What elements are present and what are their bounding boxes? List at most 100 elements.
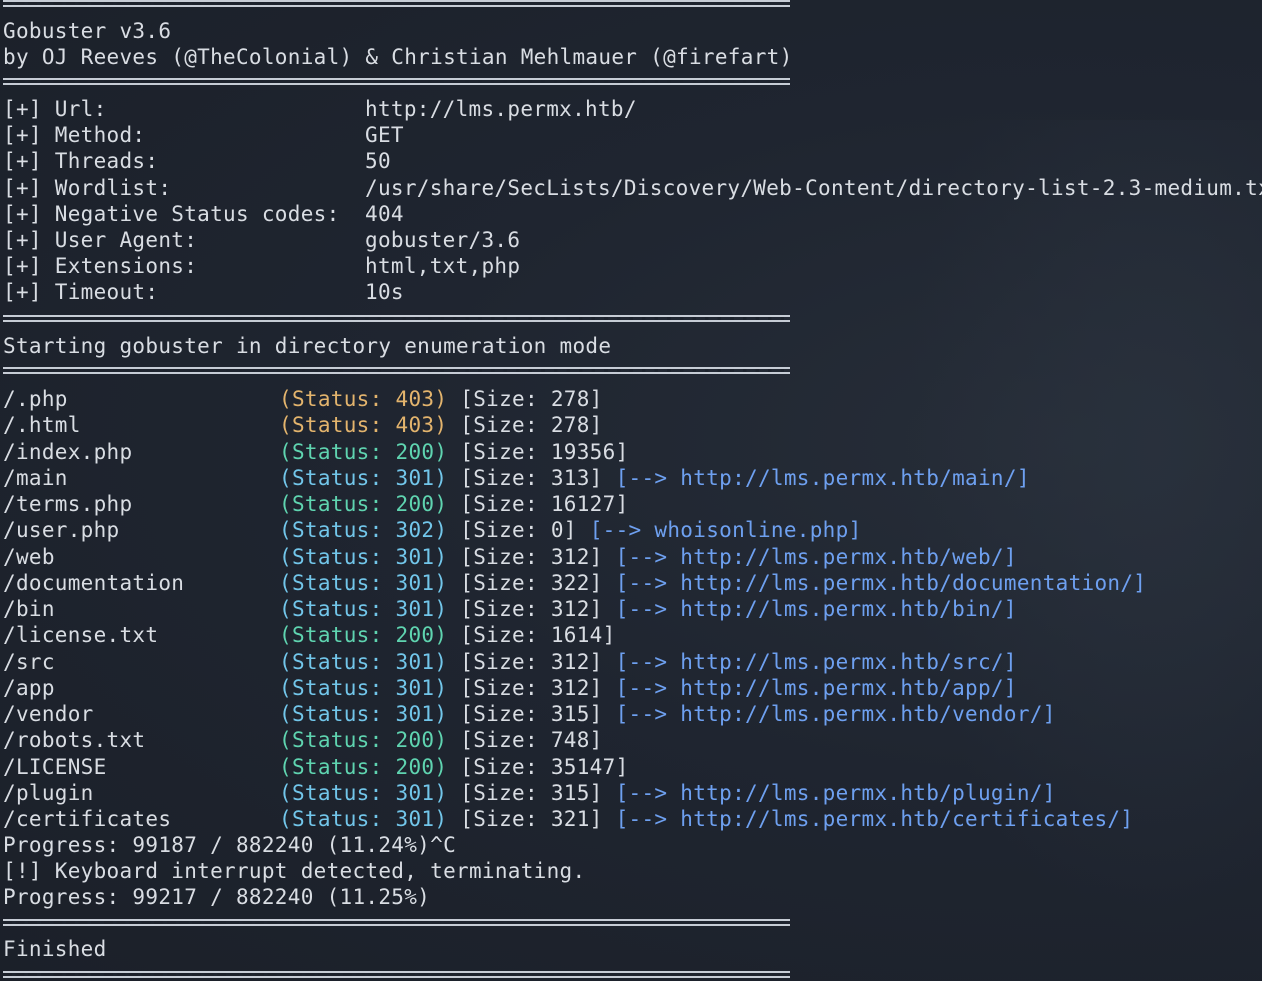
result-row: /LICENSE (Status: 200) [Size: 35147] — [3, 754, 1262, 780]
status-code: 200 — [395, 492, 435, 516]
status-code: 200 — [395, 728, 435, 753]
result-redirect: [--> http://lms.permx.htb/app/] — [615, 675, 1017, 700]
result-row: /.html (Status: 403) [Size: 278] — [3, 412, 1262, 438]
config-value: /usr/share/SecLists/Discovery/Web-Conten… — [365, 175, 1262, 200]
result-size: [Size: 312] — [460, 544, 603, 569]
result-status: (Status: 200) [Size: 1614] — [279, 622, 616, 648]
result-row: /web (Status: 301) [Size: 312] [--> http:… — [3, 544, 1262, 570]
status-suffix: ) — [434, 649, 448, 674]
config-row: [+] Negative Status codes: 404 — [3, 201, 1262, 227]
status-suffix: ) — [434, 544, 448, 569]
config-value: http://lms.permx.htb/ — [365, 97, 637, 121]
status-suffix: ) — [434, 623, 448, 648]
status-prefix: (Status: — [279, 754, 396, 779]
result-path: /plugin — [3, 780, 94, 805]
config-value: GET — [365, 123, 404, 148]
config-value: gobuster/3.6 — [365, 228, 521, 252]
config-row: [+] Extensions: html,txt,php — [3, 253, 1262, 279]
config-row: [+] Method: GET — [3, 122, 1262, 148]
config-row: [+] Timeout: 10s — [3, 279, 1262, 305]
result-size: [Size: 35147] — [460, 754, 629, 779]
status-prefix: (Status: — [279, 492, 396, 516]
result-row: /main (Status: 301) [Size: 313] [--> http… — [3, 465, 1262, 491]
result-size: [Size: 312] — [460, 649, 603, 674]
result-size: [Size: 1614] — [460, 623, 616, 648]
status-code: 200 — [395, 623, 435, 648]
result-row: /user.php (Status: 302) [Size: 0] [--> wh… — [3, 517, 1262, 543]
config-row: [+] Wordlist: /usr/share/SecLists/Discove… — [3, 175, 1262, 201]
status-code: 301 — [395, 675, 435, 700]
result-redirect: [--> http://lms.permx.htb/main/] — [615, 465, 1030, 490]
status-suffix: ) — [434, 439, 448, 464]
result-size: [Size: 19356] — [460, 439, 629, 464]
status-prefix: (Status: — [279, 780, 396, 805]
result-path: /license.txt — [3, 623, 159, 648]
result-path: /main — [3, 465, 68, 490]
result-row: /documentation (Status: 301) [Size: 322] … — [3, 570, 1262, 596]
result-row: /plugin (Status: 301) [Size: 315] [--> ht… — [3, 780, 1262, 806]
finished-message: Finished — [3, 937, 107, 961]
status-code: 301 — [395, 649, 435, 674]
result-status: (Status: 301) [Size: 313] [--> http://lm… — [279, 465, 1030, 491]
result-redirect: [--> whoisonline.php] — [589, 518, 862, 543]
status-code: 200 — [395, 754, 435, 779]
status-suffix: ) — [434, 675, 448, 700]
separator-line — [3, 971, 790, 978]
config-row: [+] User Agent: gobuster/3.6 — [3, 227, 1262, 253]
result-status: (Status: 403) [Size: 278] — [279, 386, 603, 412]
result-status: (Status: 301) [Size: 312] [--> http://lm… — [279, 596, 1017, 622]
result-size: [Size: 748] — [460, 728, 603, 753]
result-path: /src — [3, 649, 55, 674]
status-code: 301 — [395, 780, 435, 805]
status-suffix: ) — [434, 754, 448, 779]
result-row: /.php (Status: 403) [Size: 278] — [3, 386, 1262, 412]
status-suffix: ) — [434, 518, 448, 543]
status-suffix: ) — [434, 492, 448, 516]
separator-line — [3, 919, 790, 926]
status-prefix: (Status: — [279, 387, 396, 411]
result-row: /src (Status: 301) [Size: 312] [--> http:… — [3, 649, 1262, 675]
result-status: (Status: 301) [Size: 312] [--> http://lm… — [279, 675, 1017, 701]
status-code: 200 — [395, 439, 435, 464]
status-code: 301 — [395, 807, 435, 831]
config-key: [+] Threads: — [3, 149, 159, 174]
status-prefix: (Status: — [279, 597, 396, 621]
result-status: (Status: 200) [Size: 16127] — [279, 491, 629, 517]
status-code: 301 — [395, 597, 435, 621]
status-code: 301 — [395, 570, 435, 595]
result-path: /app — [3, 675, 55, 700]
status-code: 302 — [395, 518, 435, 543]
result-row: /vendor (Status: 301) [Size: 315] [--> ht… — [3, 701, 1262, 727]
progress-line: Progress: 99187 / 882240 (11.24%)^C — [3, 833, 457, 857]
result-redirect: [--> http://lms.permx.htb/plugin/] — [615, 780, 1056, 805]
status-suffix: ) — [434, 413, 448, 438]
status-code: 403 — [395, 413, 435, 438]
result-size: [Size: 278] — [460, 387, 603, 411]
tool-title: Gobuster v3.6 — [3, 19, 172, 43]
status-prefix: (Status: — [279, 702, 396, 726]
separator-line — [3, 315, 790, 322]
result-path: /user.php — [3, 518, 120, 543]
config-row: [+] Url: http://lms.permx.htb/ — [3, 96, 1262, 122]
result-row: /terms.php (Status: 200) [Size: 16127] — [3, 491, 1262, 517]
terminal-window[interactable]: Gobuster v3.6 by OJ Reeves (@TheColonial… — [0, 0, 1262, 981]
result-redirect: [--> http://lms.permx.htb/documentation/… — [615, 570, 1147, 595]
result-row: /index.php (Status: 200) [Size: 19356] — [3, 439, 1262, 465]
result-size: [Size: 312] — [460, 597, 603, 621]
status-prefix: (Status: — [279, 544, 396, 569]
status-prefix: (Status: — [279, 807, 396, 831]
result-size: [Size: 16127] — [460, 492, 629, 516]
config-value: 50 — [365, 149, 391, 174]
config-key: [+] Wordlist: — [3, 175, 172, 200]
result-status: (Status: 301) [Size: 312] [--> http://lm… — [279, 649, 1017, 675]
separator-line — [3, 367, 790, 374]
status-prefix: (Status: — [279, 675, 396, 700]
result-status: (Status: 302) [Size: 0] [--> whoisonline… — [279, 517, 862, 543]
config-key: [+] Url: — [3, 97, 107, 121]
status-suffix: ) — [434, 728, 448, 753]
config-row: [+] Threads: 50 — [3, 148, 1262, 174]
result-size: [Size: 312] — [460, 675, 603, 700]
result-path: /index.php — [3, 439, 133, 464]
status-code: 301 — [395, 702, 435, 726]
result-status: (Status: 301) [Size: 321] [--> http://lm… — [279, 806, 1133, 832]
